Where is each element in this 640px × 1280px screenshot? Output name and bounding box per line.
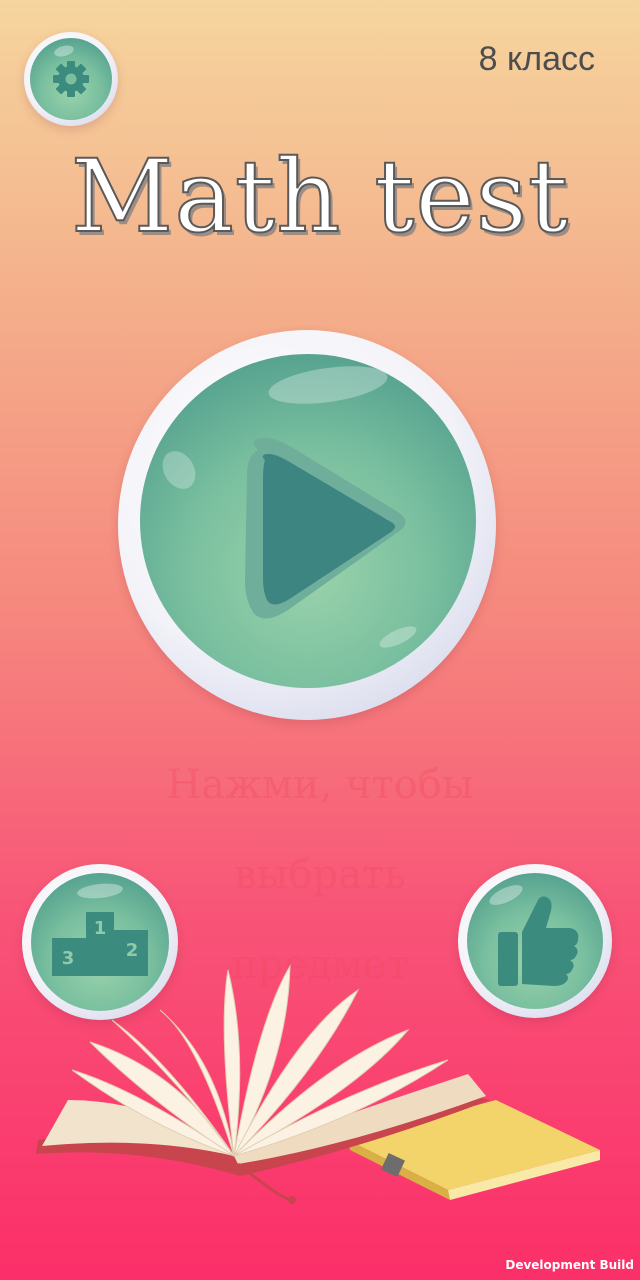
bookmark-tassel xyxy=(288,1196,296,1204)
podium-place-1: 1 xyxy=(94,918,107,939)
grade-label: 8 класс xyxy=(478,40,595,78)
game-title: Math test xyxy=(70,137,570,256)
open-book-illustration xyxy=(36,964,600,1204)
hint-line-1: Нажми, чтобы xyxy=(166,762,474,808)
play-icon xyxy=(245,437,406,619)
settings-button[interactable] xyxy=(24,32,118,126)
play-button[interactable] xyxy=(118,330,496,720)
gear-icon xyxy=(53,61,89,97)
development-build-label: Development Build xyxy=(505,1258,634,1272)
